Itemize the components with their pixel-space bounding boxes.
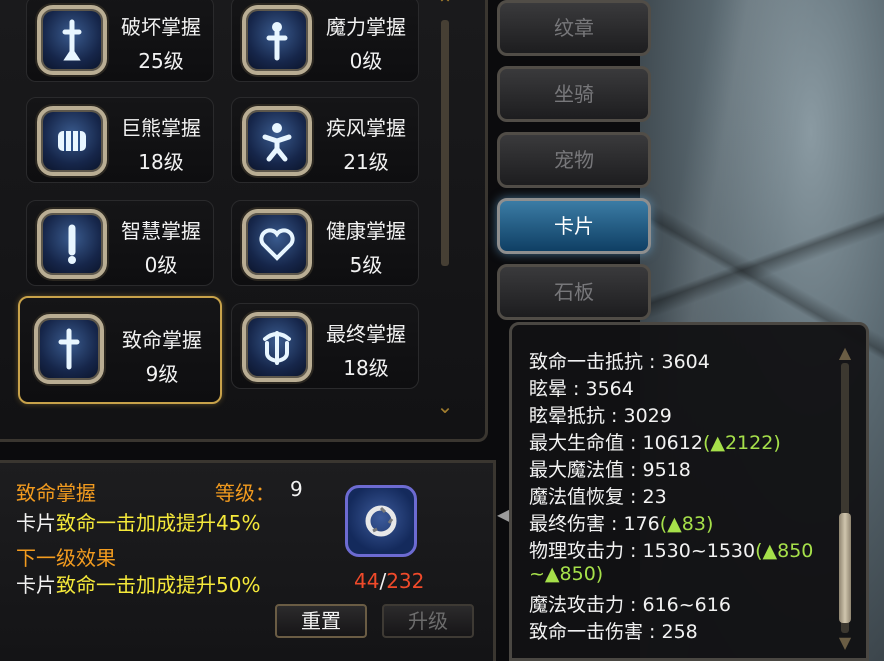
skill-slot-2[interactable]: 魔力掌握 0级 [231,0,419,82]
detail-level-label: 等级： [215,481,275,505]
skill-name: 破坏掌握 [121,15,201,39]
stat-text: 最大生命值 : 10612 [529,432,703,454]
skill-level: 0级 [144,253,178,277]
scroll-down-icon[interactable]: ⌄ [435,394,455,418]
current-effect-prefix: 卡片 [16,511,56,535]
card-gem-icon [365,505,397,537]
skill-slot-3[interactable]: 巨熊掌握 18级 [26,97,214,183]
skill-slot-8[interactable]: 最终掌握 18级 [231,303,419,389]
skill-level: 0级 [349,49,383,73]
scroll-up-icon[interactable]: ⌃ [435,0,455,16]
collapse-panel-icon[interactable]: ◀ [497,505,509,529]
skill-level: 25级 [138,49,184,73]
tab-card[interactable]: 卡片 [497,198,651,254]
skill-slot-7-selected[interactable]: 致命掌握 9级 [18,296,222,404]
scroll-thumb[interactable] [839,513,851,623]
skill-slot-5[interactable]: 智慧掌握 0级 [26,200,214,286]
stat-text: 眩晕抵抗 : 3029 [529,405,672,427]
tab-pet[interactable]: 宠物 [497,132,651,188]
next-effect-prefix: 卡片 [16,573,56,597]
stat-line: 眩晕抵抗 : 3029 [529,401,672,428]
stat-text: 魔法攻击力 : 616~616 [529,594,731,616]
stat-bonus: (▲83) [659,513,714,535]
next-effect-text: 致命一击加成提升50% [56,573,261,597]
current-effect: 卡片致命一击加成提升45% [16,507,260,536]
skill-level: 5级 [349,253,383,277]
card-slot[interactable] [345,485,417,557]
scroll-track[interactable] [441,20,449,266]
skill-detail-panel: 致命掌握 等级： 9 卡片致命一击加成提升45% 下一级效果 卡片致命一击加成提… [0,460,496,661]
exclamation-icon [37,209,107,279]
stat-line: 致命一击抵抗 : 3604 [529,347,710,374]
skill-level: 21级 [343,150,389,174]
stat-text: 眩晕 : 3564 [529,378,634,400]
detail-level-value: 9 [290,477,303,501]
stat-bonus: (▲850 [755,540,814,562]
stat-line: 致命一击伤害 : 258 [529,617,698,644]
skill-name: 魔力掌握 [326,15,406,39]
stat-text: 魔法值恢复 : 23 [529,486,667,508]
stat-line: 魔法攻击力 : 616~616 [529,590,731,617]
upgrade-button[interactable]: 升级 [382,604,474,638]
scroll-up-icon[interactable]: ▲ [836,343,854,362]
reset-button[interactable]: 重置 [275,604,367,638]
skill-name: 智慧掌握 [121,219,201,243]
stat-text: 致命一击伤害 : 258 [529,621,698,643]
sword-icon [37,5,107,75]
detail-title: 致命掌握 [16,481,96,505]
skill-name: 疾风掌握 [326,116,406,140]
scroll-down-icon[interactable]: ▼ [836,633,854,652]
current-effect-text: 致命一击加成提升45% [56,511,261,535]
stat-line: 最终伤害 : 176(▲83) [529,509,713,536]
skill-slot-1[interactable]: 破坏掌握 25级 [26,0,214,82]
tab-slate[interactable]: 石板 [497,264,651,320]
progress-total: 232 [386,569,425,593]
skill-slot-6[interactable]: 健康掌握 5级 [231,200,419,286]
stat-text: 物理攻击力 : 1530~1530 [529,540,756,562]
next-effect: 卡片致命一击加成提升50% [16,569,260,598]
stat-bonus: ~▲850) [529,563,604,585]
running-figure-icon [242,106,312,176]
skill-grid-scrollbar[interactable]: ⌃ ⌄ [432,0,458,420]
stat-line: 眩晕 : 3564 [529,374,634,401]
next-level-title: 下一级效果 [16,546,116,570]
stat-text: 最大魔法值 : 9518 [529,459,691,481]
stats-scrollbar[interactable]: ▲ ▼ [834,343,856,652]
tab-mount[interactable]: 坐骑 [497,66,651,122]
stat-line: 魔法值恢复 : 23 [529,482,667,509]
staff-icon [242,5,312,75]
progress-current: 44 [354,569,380,593]
skill-name: 健康掌握 [326,219,406,243]
stat-line: 最大生命值 : 10612(▲2122) [529,428,781,455]
skill-name: 致命掌握 [122,328,202,352]
stat-text: 最终伤害 : 176 [529,513,660,535]
tab-emblem[interactable]: 纹章 [497,0,651,56]
skill-level: 9级 [145,362,179,386]
stat-text: 致命一击抵抗 : 3604 [529,351,710,373]
skill-name: 巨熊掌握 [121,116,201,140]
fist-icon [37,106,107,176]
skill-name: 最终掌握 [326,322,406,346]
heart-icon [242,209,312,279]
stat-line: 物理攻击力 : 1530~1530(▲850 [529,536,813,563]
stat-line: ~▲850) [529,563,603,585]
stat-bonus: (▲2122) [702,432,781,454]
crest-icon [242,312,312,382]
card-progress: 44/232 [354,569,424,593]
skill-grid-panel: 破坏掌握 25级 魔力掌握 0级 巨熊掌握 18级 疾风掌握 21级 智慧掌握 … [0,0,488,442]
skill-level: 18级 [138,150,184,174]
dagger-icon [34,314,104,384]
skill-slot-4[interactable]: 疾风掌握 21级 [231,97,419,183]
character-stats-panel: 致命一击抵抗 : 3604 眩晕 : 3564 眩晕抵抗 : 3029 最大生命… [509,322,869,661]
stat-line: 最大魔法值 : 9518 [529,455,691,482]
skill-level: 18级 [343,356,389,380]
